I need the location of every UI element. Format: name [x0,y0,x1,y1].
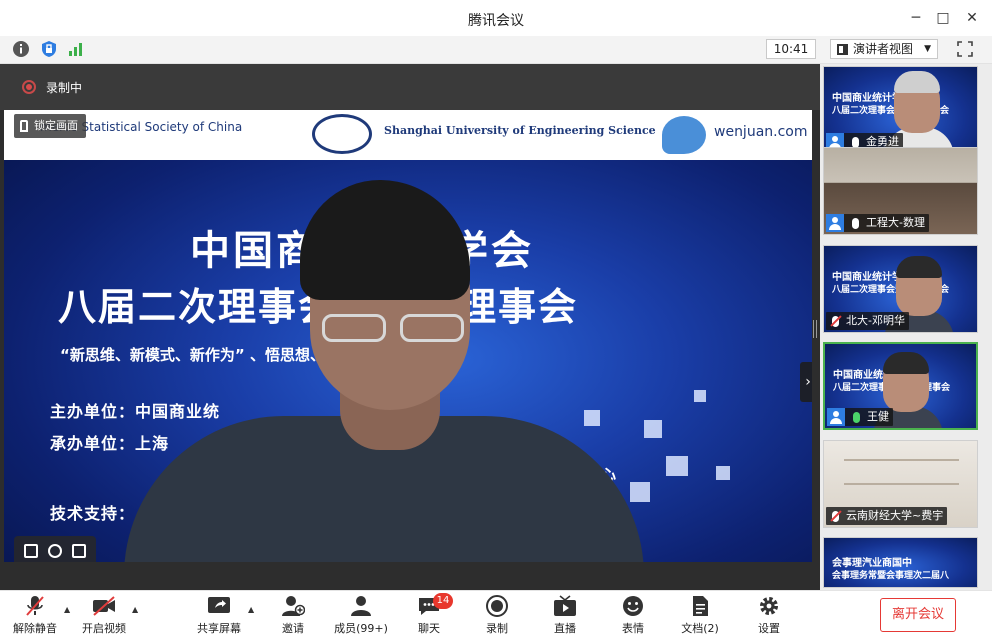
view-mode-select[interactable]: 演讲者视图 ▼ [830,39,938,59]
minimize-button[interactable]: ─ [906,8,926,28]
view-mode-label: 演讲者视图 [853,42,914,56]
emoji-button[interactable]: 表情 [620,595,646,637]
recording-label: 录制中 [46,81,83,95]
chat-unread-badge: 14 [433,593,453,609]
speaker-view-icon [837,44,848,55]
participant-tile[interactable]: 工程大-数理 [823,147,978,235]
signal-icon[interactable] [67,40,85,58]
shield-icon[interactable] [40,40,58,58]
invite-button[interactable]: 邀请 [280,595,306,637]
speaker-hair [300,180,470,300]
mic-icon [852,218,859,229]
record-button[interactable]: 录制 [484,595,510,637]
camera-off-icon [93,596,115,616]
mic-options-caret[interactable]: ▲ [64,605,70,614]
top-toolbar: 10:41 演讲者视图 ▼ [0,36,992,64]
mic-speaking-icon [853,412,860,423]
recording-bar: 录制中 [0,64,820,110]
mic-muted-icon [832,511,839,522]
deco-square [644,420,662,438]
live-stream-button[interactable]: 直播 [552,595,578,637]
pin-icon [20,120,28,132]
participant-tile[interactable]: 中国商业统计学会 八届二次理事会暨常务理事会 北大-邓明华 [823,245,978,333]
deco-square [716,466,730,480]
leave-meeting-button[interactable]: 离开会议 [880,598,956,632]
speaker-person [124,180,644,562]
mic-muted-icon [26,596,44,616]
unmute-button[interactable]: 解除静音 [12,595,58,637]
title-bar: 腾讯会议 ─ □ ✕ [0,0,992,36]
mic-muted-icon [832,316,839,327]
main-stage: 录制中 merce Statistical Society of China S… [0,64,820,590]
speaker-glasses [314,314,474,342]
lock-view-label: 锁定画面 [34,119,78,132]
start-video-button[interactable]: 开启视频 [80,595,128,637]
video-tools[interactable] [14,536,96,562]
deco-square [666,456,688,476]
zoom-icon[interactable] [48,544,62,558]
grid-icon[interactable] [24,544,38,558]
bottom-control-bar: 解除静音 ▲ 开启视频 ▲ 共享屏幕 ▲ 邀请 成员(99+) 聊天 14 录制… [0,590,992,638]
participant-tile-active[interactable]: 中国商业统计学会 八届二次理事会暨常务理事会 王健 [823,342,978,430]
invite-icon [282,596,305,616]
university-logo [312,114,372,154]
speaker-video[interactable]: merce Statistical Society of China Shang… [4,110,812,562]
gear-icon [760,597,778,615]
participant-tile[interactable]: 云南财经大学~费宇 [823,440,978,528]
avatar-icon [827,408,845,426]
maximize-button[interactable]: □ [933,8,953,28]
record-icon [486,595,508,617]
info-icon[interactable] [12,40,30,58]
meeting-clock: 10:41 [766,39,816,59]
close-button[interactable]: ✕ [962,8,982,28]
members-icon [351,596,371,616]
document-icon [693,596,708,616]
tile-slide-title-flipped: 会事理汽业商国中 [832,558,912,569]
slide-header-mid: Shanghai University of Engineering Scien… [384,124,656,137]
slide-header: merce Statistical Society of China Shang… [4,110,812,160]
gallery-resize-handle[interactable] [813,320,817,338]
lock-view-button[interactable]: 锁定画面 [14,114,86,138]
slide-support: 技术支持： [50,504,136,523]
deco-square [694,390,706,402]
chevron-down-icon: ▼ [924,44,931,54]
video-options-caret[interactable]: ▲ [132,605,138,614]
participant-tile[interactable]: 中国商业统计学会 八届二次理事会暨常务理事会 金勇进 [823,66,978,154]
tile-slide-subtitle-flipped: 会事理务常暨会事理次二届八 [832,571,950,581]
live-icon [554,595,576,616]
avatar-icon [826,214,844,232]
participant-tile[interactable]: 会事理汽业商国中 会事理务常暨会事理次二届八 [823,537,978,588]
pip-icon[interactable] [72,544,86,558]
recording-icon [22,80,36,94]
participant-name: 云南财经大学~费宇 [826,507,948,525]
wenjuan-logo [662,116,706,154]
gallery-toggle-button[interactable]: › [800,362,812,402]
members-button[interactable]: 成员(99+) [334,595,388,637]
share-screen-button[interactable]: 共享屏幕 [196,595,242,637]
fullscreen-icon[interactable] [956,40,974,58]
documents-button[interactable]: 文档(2) [680,595,720,637]
participant-gallery: 中国商业统计学会 八届二次理事会暨常务理事会 金勇进 工程大-数理 中国商业统计… [820,64,992,590]
window-title: 腾讯会议 [468,13,524,29]
emoji-icon [623,596,643,616]
share-options-caret[interactable]: ▲ [248,605,254,614]
settings-button[interactable]: 设置 [756,595,782,637]
slide-header-right: wenjuan.com [714,124,808,140]
share-screen-icon [208,597,230,613]
